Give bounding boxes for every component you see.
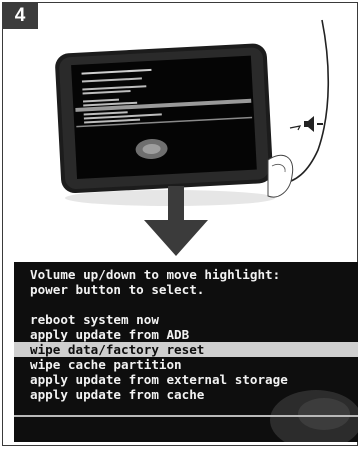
down-arrow-icon [144, 186, 208, 256]
recovery-instruction-line-2: power button to select. [30, 282, 205, 297]
menu-divider [14, 415, 358, 417]
recovery-instruction-line-1: Volume up/down to move highlight: [30, 267, 281, 282]
volume-down-icon [304, 116, 323, 132]
recovery-menu-screen: Volume up/down to move highlight: power … [14, 262, 358, 442]
menu-item-apply-update-external-storage[interactable]: apply update from external storage [30, 372, 288, 387]
menu-item-apply-update-adb[interactable]: apply update from ADB [30, 327, 189, 342]
menu-item-wipe-data-factory-reset[interactable]: wipe data/factory reset [30, 342, 204, 357]
tablet-device [55, 43, 273, 194]
menu-item-reboot-system[interactable]: reboot system now [30, 312, 159, 327]
menu-item-apply-update-cache[interactable]: apply update from cache [30, 387, 204, 402]
hand-illustration [267, 154, 294, 198]
menu-item-wipe-cache-partition[interactable]: wipe cache partition [30, 357, 182, 372]
